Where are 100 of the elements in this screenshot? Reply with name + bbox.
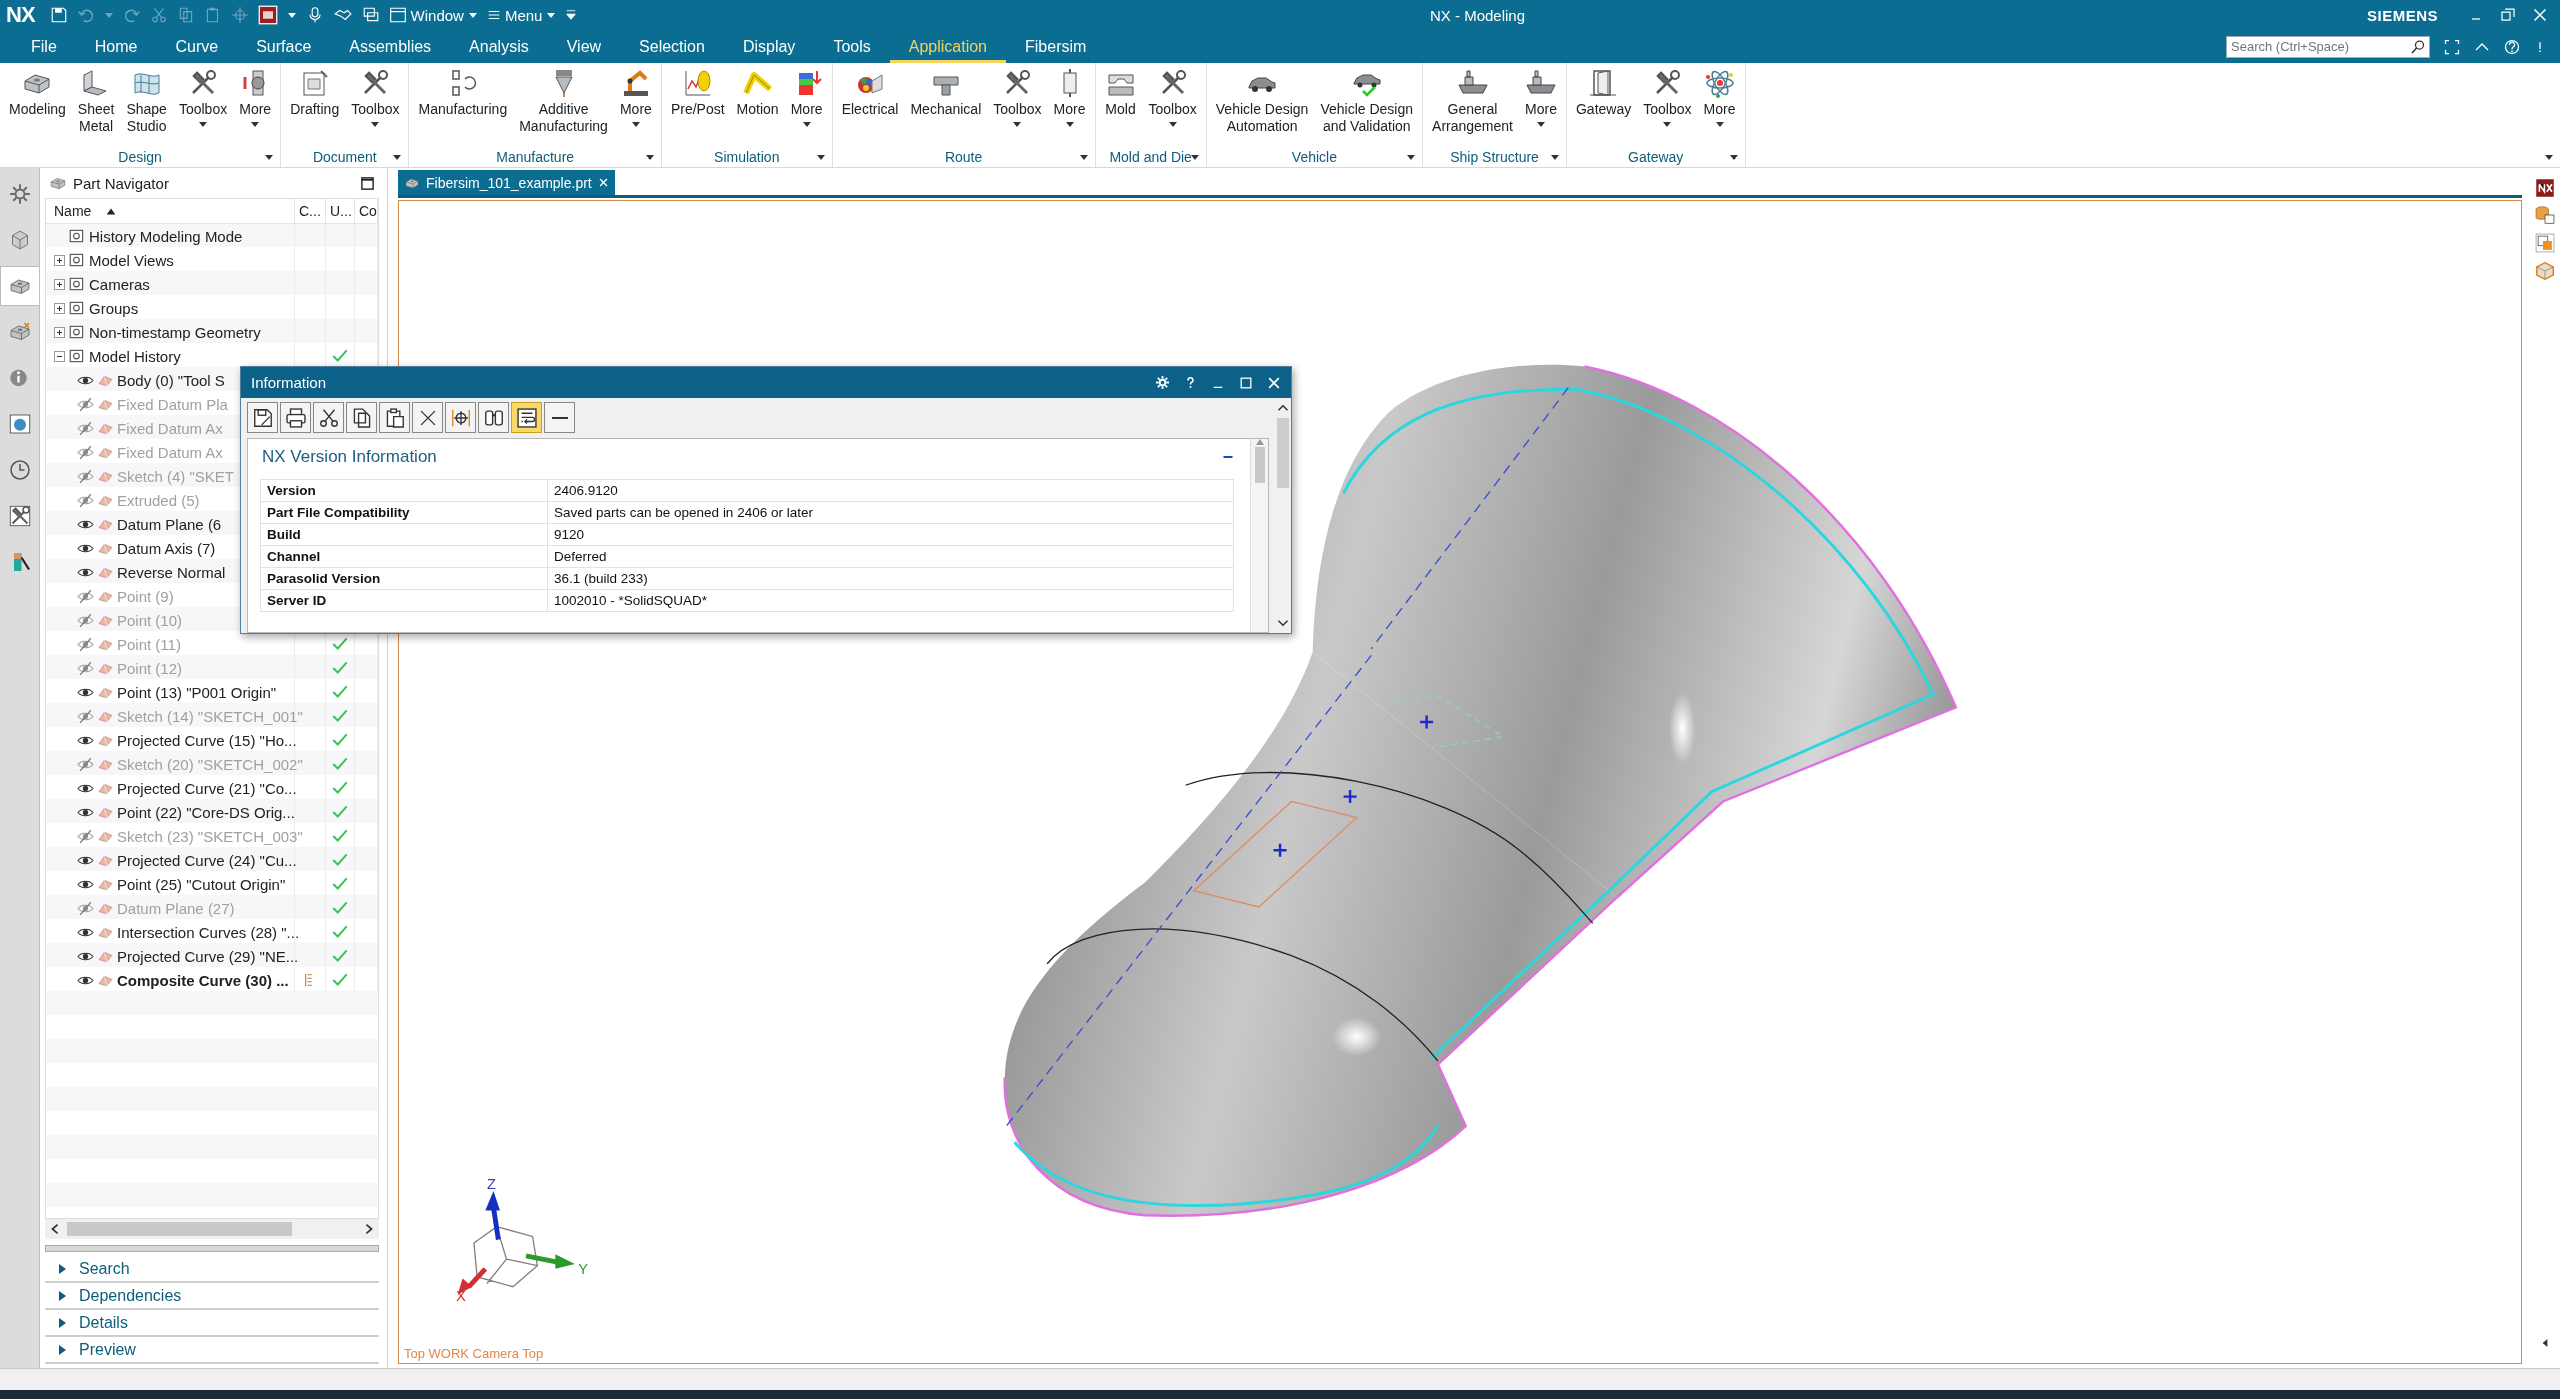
section-header[interactable]: Details xyxy=(45,1310,379,1337)
ribbon-button[interactable]: More xyxy=(785,67,828,147)
crossed-eye-icon[interactable] xyxy=(77,443,94,461)
ribbon-button[interactable]: General Arrangement xyxy=(1427,67,1518,147)
app-badge-icon[interactable] xyxy=(257,5,278,25)
customize-caret-icon[interactable] xyxy=(565,9,578,21)
ribbon-button[interactable]: Vehicle Design and Validation xyxy=(1315,67,1419,147)
menu-tab[interactable]: Tools xyxy=(814,30,890,63)
scroll-thumb[interactable] xyxy=(67,1222,292,1236)
ribbon-button[interactable]: More xyxy=(614,67,657,147)
part-tube-drawing[interactable] xyxy=(1003,652,1618,1217)
ribbon-button[interactable]: More xyxy=(1698,67,1741,147)
close-icon[interactable] xyxy=(1267,375,1281,390)
tree-node-label[interactable]: Model Views xyxy=(89,251,174,269)
crossed-eye-icon[interactable] xyxy=(77,707,94,725)
ribbon-button[interactable]: More xyxy=(1048,67,1091,147)
ribbon-button[interactable]: Sheet Metal xyxy=(72,67,120,147)
crossed-eye-icon[interactable] xyxy=(77,827,94,845)
ribbon-button[interactable]: Drafting xyxy=(285,67,345,147)
window-menu[interactable]: Window xyxy=(388,6,478,24)
tree-node-label[interactable]: Intersection Curves (28) "... xyxy=(117,923,300,941)
nx-app-icon[interactable] xyxy=(2535,178,2555,198)
menu-tab[interactable]: Display xyxy=(723,30,815,63)
ribbon-button[interactable]: Modeling xyxy=(4,67,71,147)
menu-tab[interactable]: Fibersim xyxy=(1006,30,1106,63)
ribbon-button[interactable]: Electrical xyxy=(836,67,904,147)
close-icon[interactable] xyxy=(2532,7,2548,23)
crossed-eye-icon[interactable] xyxy=(77,659,94,677)
database-icon[interactable] xyxy=(2534,204,2556,226)
column-header[interactable]: Name xyxy=(46,199,295,223)
wireframe-box-icon[interactable] xyxy=(2534,260,2556,282)
menu-tab[interactable]: Selection xyxy=(620,30,724,63)
crossed-eye-icon[interactable] xyxy=(77,467,94,485)
crosshair-button[interactable] xyxy=(445,402,476,433)
ribbon-button[interactable]: Shape Studio xyxy=(121,67,172,147)
save-icon[interactable] xyxy=(49,6,68,24)
print-button[interactable] xyxy=(280,402,311,433)
crossed-eye-icon[interactable] xyxy=(77,635,94,653)
menu-tab[interactable]: Home xyxy=(75,30,157,63)
ribbon-button[interactable]: Motion xyxy=(731,67,784,147)
settings-icon[interactable] xyxy=(1155,375,1170,390)
crossed-eye-icon[interactable] xyxy=(77,611,94,629)
scroll-thumb[interactable] xyxy=(1254,447,1265,483)
restore-icon[interactable] xyxy=(2500,7,2516,23)
column-header[interactable]: Co xyxy=(355,199,378,223)
crossed-eye-icon[interactable] xyxy=(77,755,94,773)
tree-node-label[interactable]: Projected Curve (24) "Cu... xyxy=(117,851,297,869)
save-button[interactable] xyxy=(247,402,278,433)
tree-node-label[interactable]: Groups xyxy=(89,299,139,317)
tree-node-label[interactable]: Reverse Normal xyxy=(117,563,226,581)
menu-tab[interactable]: Assemblies xyxy=(330,30,451,63)
menu-tab[interactable]: View xyxy=(547,30,621,63)
tree-node-label[interactable]: Composite Curve (30) ... xyxy=(117,971,289,989)
main-menu[interactable]: Menu xyxy=(486,6,557,24)
ribbon-button[interactable]: Toolbox xyxy=(1143,67,1202,147)
menu-tab[interactable]: File xyxy=(12,30,76,63)
ribbon-button[interactable]: Mechanical xyxy=(905,67,987,147)
ribbon-button[interactable]: Toolbox xyxy=(1638,67,1697,147)
tree-node-label[interactable]: Datum Plane (6 xyxy=(117,515,222,533)
expand-toggle[interactable] xyxy=(54,254,65,266)
tree-node-label[interactable]: Point (25) "Cutout Origin" xyxy=(117,875,286,893)
ribbon-button[interactable]: Gateway xyxy=(1571,67,1637,147)
tree-node-label[interactable]: Point (22) "Core-DS Orig... xyxy=(117,803,295,821)
tree-node-label[interactable]: Projected Curve (15) "Ho... xyxy=(117,731,297,749)
expand-toggle[interactable] xyxy=(54,326,65,338)
ribbon-button[interactable]: Toolbox xyxy=(346,67,405,147)
menu-tab[interactable]: Surface xyxy=(237,30,331,63)
tree-node-label[interactable]: Projected Curve (29) "NE... xyxy=(117,947,299,965)
ribbon-button[interactable]: Vehicle Design Automation xyxy=(1210,67,1314,147)
crossed-eye-icon[interactable] xyxy=(77,395,94,413)
expand-panel-icon[interactable] xyxy=(2541,1338,2549,1348)
tree-node-label[interactable]: History Modeling Mode xyxy=(89,227,243,245)
cut-button[interactable] xyxy=(313,402,344,433)
column-header[interactable]: C... xyxy=(295,199,326,223)
crossed-eye-icon[interactable] xyxy=(77,491,94,509)
ribbon-button[interactable]: Mold xyxy=(1099,67,1142,147)
crossed-eye-icon[interactable] xyxy=(77,899,94,917)
ribbon-button[interactable]: Manufacturing xyxy=(413,67,513,147)
tree-node-label[interactable]: Cameras xyxy=(89,275,150,293)
section-header[interactable]: Dependencies xyxy=(45,1283,379,1310)
windows-icon[interactable] xyxy=(361,6,380,24)
maximize-icon[interactable] xyxy=(360,175,375,191)
expand-toggle[interactable] xyxy=(54,350,65,362)
crossed-eye-icon[interactable] xyxy=(77,419,94,437)
ribbon-button[interactable]: More xyxy=(234,67,277,147)
scroll-thumb[interactable] xyxy=(1277,418,1289,488)
resource-bar-tab[interactable] xyxy=(0,266,39,306)
layer-square-icon[interactable] xyxy=(2534,232,2556,254)
fullscreen-icon[interactable] xyxy=(2444,38,2460,55)
section-header[interactable]: Search xyxy=(45,1256,379,1283)
part-flange-drawing[interactable] xyxy=(1312,364,1958,899)
paste-button[interactable] xyxy=(379,402,410,433)
help-icon[interactable] xyxy=(1184,375,1197,390)
ribbon-button[interactable]: Additive Manufacturing xyxy=(514,67,613,147)
horizontal-scrollbar[interactable] xyxy=(45,1219,379,1239)
menu-tab[interactable]: Analysis xyxy=(450,30,548,63)
tree-node-label[interactable]: Body (0) "Tool S xyxy=(117,371,225,389)
tree-node-label[interactable]: Non-timestamp Geometry xyxy=(89,323,261,341)
expand-toggle[interactable] xyxy=(54,278,65,290)
word-wrap-button[interactable] xyxy=(511,402,542,433)
